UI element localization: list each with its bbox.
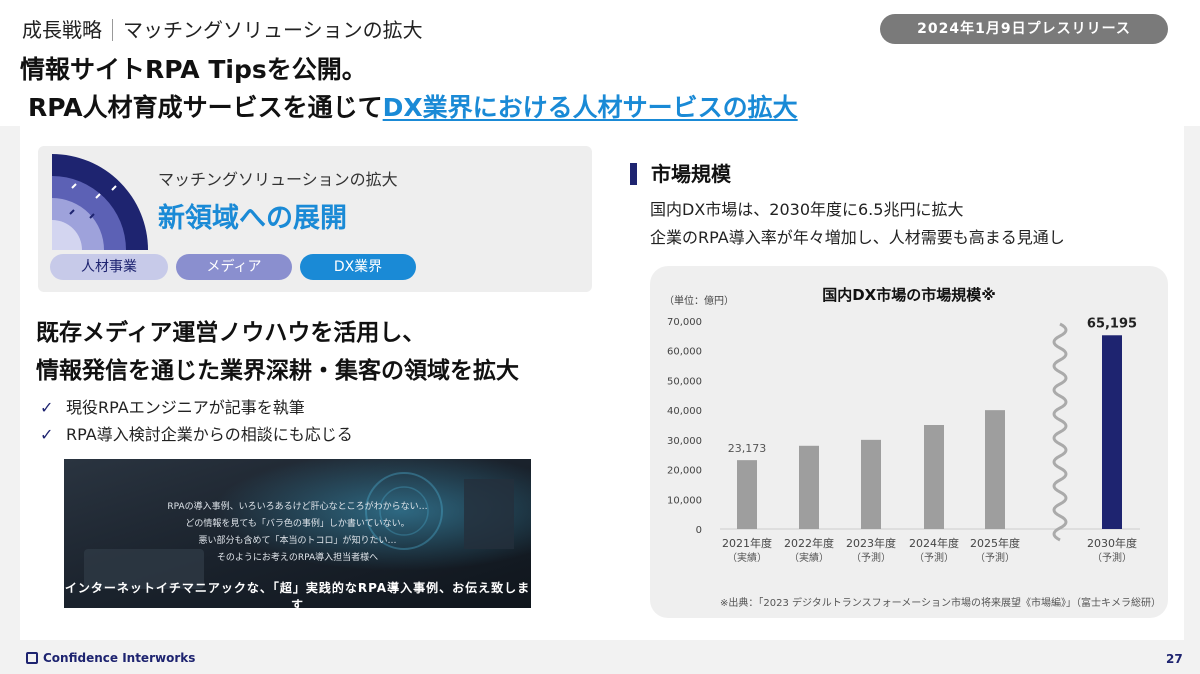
slide-title-line2: RPA人材育成サービスを通じてDX業界における人材サービスの拡大 xyxy=(28,88,798,124)
data-label: 65,195 xyxy=(1087,316,1137,331)
market-heading: 市場規模 xyxy=(630,158,731,187)
x-tick-label: 2022年度 xyxy=(784,536,834,550)
bar-2021年度 xyxy=(737,460,757,529)
y-tick-label: 60,000 xyxy=(667,347,702,358)
image-headline: インターネットイチマニアックな、「超」実践的なRPA導入事例、お伝え致します xyxy=(64,581,531,608)
x-tick-note: （実績） xyxy=(727,551,767,564)
market-desc-line2: 企業のRPA導入率が年々増加し、人材需要も高まる見通し xyxy=(650,228,1065,247)
x-tick-note: （予測） xyxy=(851,551,891,564)
x-tick-note: （予測） xyxy=(1092,551,1132,564)
x-tick-label: 2023年度 xyxy=(846,536,896,550)
heading-accent-bar xyxy=(630,163,637,185)
x-tick-label: 2024年度 xyxy=(909,536,959,550)
market-size-chart: 0 10,000 20,000 30,000 40,000 50,000 60,000 70,… xyxy=(650,266,1168,618)
market-heading-text: 市場規模 xyxy=(651,162,731,186)
company-logo: Confidence Interworks xyxy=(26,651,195,665)
breadcrumb-section: 成長戦略 xyxy=(22,18,102,42)
lead-line2: 情報発信を通じた業界深耕・集客の領域を拡大 xyxy=(36,358,519,384)
banner-subtitle: マッチングソリューションの拡大 xyxy=(158,170,398,189)
data-label: 23,173 xyxy=(728,442,767,455)
chart-canvas: 0 10,000 20,000 30,000 40,000 50,000 60,000 70,… xyxy=(667,316,1140,564)
x-tick-note: （予測） xyxy=(975,551,1015,564)
market-description: 国内DX市場は、2030年度に6.5兆円に拡大 企業のRPA導入率が年々増加し、… xyxy=(650,196,1065,252)
page-number: 27 xyxy=(1166,652,1183,666)
bar-2030年度 xyxy=(1102,335,1122,529)
logo-mark-icon xyxy=(26,652,38,664)
quarter-circle-icon xyxy=(52,154,148,250)
x-tick-label: 2025年度 xyxy=(970,536,1020,550)
check-icon: ✓ xyxy=(40,398,54,417)
bar-2022年度 xyxy=(799,445,819,529)
checklist-item-text: 現役RPAエンジニアが記事を執筆 xyxy=(66,398,305,417)
checklist-item: ✓ 現役RPAエンジニアが記事を執筆 xyxy=(40,394,353,421)
slide-title-line1: 情報サイトRPA Tipsを公開。 xyxy=(20,55,367,84)
slide-title-prefix: RPA人材育成サービスを通じて xyxy=(28,93,383,122)
y-tick-label: 10,000 xyxy=(667,495,702,506)
y-tick-label: 0 xyxy=(696,525,702,536)
market-desc-line1: 国内DX市場は、2030年度に6.5兆円に拡大 xyxy=(650,200,964,219)
rpa-tips-site-image: RPAの導入事例、いろいろあるけど肝心なところがわからない… どの情報を見ても「… xyxy=(64,459,531,608)
image-caption-line: RPAの導入事例、いろいろあるけど肝心なところがわからない… xyxy=(167,502,428,512)
x-tick-label: 2021年度 xyxy=(722,536,772,550)
pill-dx-industry: DX業界 xyxy=(300,254,416,280)
bar-2024年度 xyxy=(924,425,944,529)
y-tick-label: 20,000 xyxy=(667,466,702,477)
checklist: ✓ 現役RPAエンジニアが記事を執筆 ✓ RPA導入検討企業からの相談にも応じる xyxy=(40,394,353,448)
chart-unit-label: （単位：億円） xyxy=(664,296,734,307)
breadcrumb: 成長戦略 マッチングソリューションの拡大 xyxy=(22,14,423,43)
x-tick-note: （予測） xyxy=(914,551,954,564)
breadcrumb-divider xyxy=(112,19,113,41)
slide-header: 成長戦略 マッチングソリューションの拡大 2024年1月9日プレスリリース 情報サ… xyxy=(0,0,1200,126)
y-tick-label: 40,000 xyxy=(667,406,702,417)
x-tick-label: 2030年度 xyxy=(1087,536,1137,550)
checklist-item: ✓ RPA導入検討企業からの相談にも応じる xyxy=(40,421,353,448)
image-caption-line: 悪い部分も含めて「本当のトコロ」が知りたい… xyxy=(198,536,397,546)
pill-media: メディア xyxy=(176,254,292,280)
lead-line1: 既存メディア運営ノウハウを活用し、 xyxy=(36,320,426,346)
y-tick-label: 50,000 xyxy=(667,376,702,387)
breadcrumb-subsection: マッチングソリューションの拡大 xyxy=(123,18,423,42)
expansion-banner: マッチングソリューションの拡大 新領域への展開 人材事業 メディア DX業界 xyxy=(38,146,592,292)
bar-2023年度 xyxy=(861,439,881,529)
checklist-item-text: RPA導入検討企業からの相談にも応じる xyxy=(66,425,353,444)
press-release-badge: 2024年1月9日プレスリリース xyxy=(880,14,1168,44)
bar-2025年度 xyxy=(985,410,1005,529)
image-caption-line: どの情報を見ても「バラ色の事例」しか書いていない。 xyxy=(185,519,410,529)
chart-source-note: ※出典：「2023 デジタルトランスフォーメーション市場の将来展望《市場編》」（… xyxy=(720,598,1162,609)
y-tick-label: 30,000 xyxy=(667,436,702,447)
banner-title: 新領域への展開 xyxy=(158,203,347,234)
pill-hr-business: 人材事業 xyxy=(50,254,168,280)
check-icon: ✓ xyxy=(40,425,54,444)
axis-break-mark xyxy=(1052,322,1068,542)
x-tick-note: （実績） xyxy=(789,551,829,564)
slide-title-highlight: DX業界における人材サービスの拡大 xyxy=(382,93,798,122)
lead-statement: 既存メディア運営ノウハウを活用し、 情報発信を通じた業界深耕・集客の領域を拡大 xyxy=(36,314,519,390)
y-tick-label: 70,000 xyxy=(667,317,702,328)
image-caption-line: そのようにお考えのRPA導入担当者様へ xyxy=(216,553,379,563)
company-name: Confidence Interworks xyxy=(43,651,196,665)
